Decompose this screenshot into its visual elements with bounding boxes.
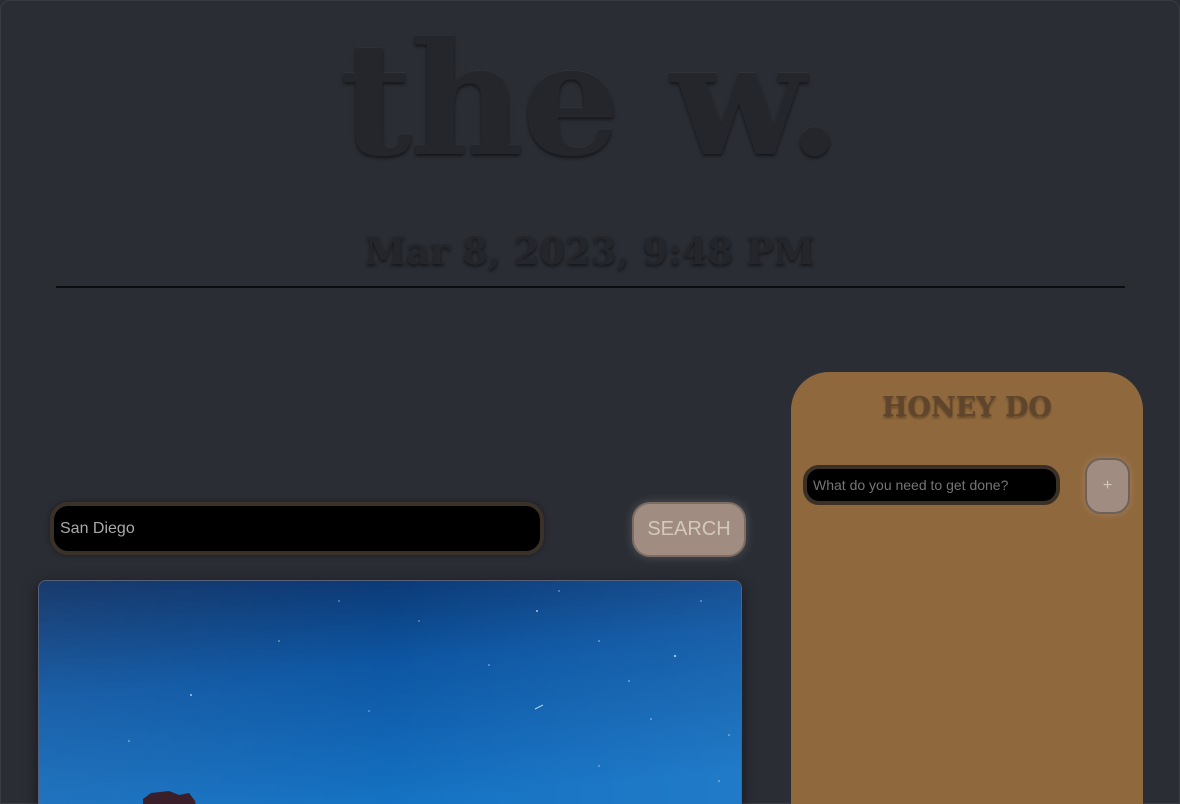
site-logo: the w. — [340, 8, 842, 191]
weather-background-image — [38, 580, 742, 804]
add-todo-button[interactable]: + — [1085, 458, 1130, 514]
night-sky-icon — [39, 581, 741, 804]
header-divider — [56, 286, 1125, 288]
todo-title: HONEY DO — [882, 392, 1052, 423]
search-button[interactable]: SEARCH — [632, 502, 746, 557]
city-search-input[interactable] — [50, 502, 544, 555]
current-datetime: Mar 8, 2023, 9:48 PM — [364, 229, 816, 273]
todo-input[interactable] — [803, 465, 1060, 505]
todo-panel: HONEY DO + — [791, 372, 1143, 804]
